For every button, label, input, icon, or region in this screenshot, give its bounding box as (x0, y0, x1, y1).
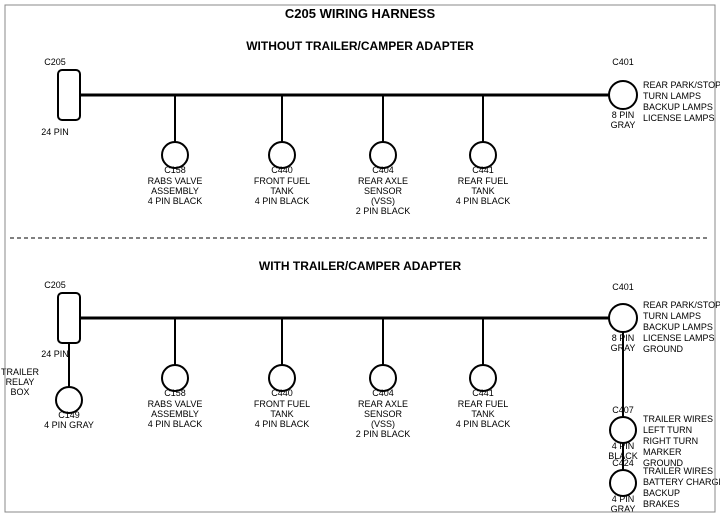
c401-bot-right5: GROUND (643, 344, 683, 354)
c404-top-sub4: 2 PIN BLACK (356, 206, 411, 216)
c158-bot-label: C158 (164, 388, 186, 398)
c401-top-right-label1: REAR PARK/STOP (643, 80, 720, 90)
c440-bot-label: C440 (271, 388, 293, 398)
c404-bot-sub3: (VSS) (371, 419, 395, 429)
c401-bot-right1: REAR PARK/STOP (643, 300, 720, 310)
c149-label: C149 (58, 410, 80, 420)
c401-bot-right3: BACKUP LAMPS (643, 322, 713, 332)
c440-top-sub3: 4 PIN BLACK (255, 196, 310, 206)
c401-top-sublabel: 8 PIN (612, 110, 635, 120)
c404-top-label: C404 (372, 165, 394, 175)
c205-bot-connector (58, 293, 80, 343)
c407-right1: TRAILER WIRES (643, 414, 713, 424)
diagram-title: C205 WIRING HARNESS (285, 6, 436, 21)
c404-top-sub3: (VSS) (371, 196, 395, 206)
c205-bot-label: C205 (44, 280, 66, 290)
c424-right1: TRAILER WIRES (643, 466, 713, 476)
c158-top-sub3: 4 PIN BLACK (148, 196, 203, 206)
c404-bot-label: C404 (372, 388, 394, 398)
trailer-relay-label1: TRAILER (1, 367, 40, 377)
c158-bot-sub1: RABS VALVE (148, 399, 203, 409)
c407-right4: MARKER (643, 447, 682, 457)
c404-bot-sub2: SENSOR (364, 409, 403, 419)
trailer-relay-label3: BOX (10, 387, 29, 397)
diagram-container: C205 WIRING HARNESS WITHOUT TRAILER/CAMP… (0, 0, 720, 517)
c158-top-label: C158 (164, 165, 186, 175)
c424-sub1: 4 PIN (612, 494, 635, 504)
c401-top-label: C401 (612, 57, 634, 67)
c401-top-right-label4: LICENSE LAMPS (643, 113, 715, 123)
section-without-heading: WITHOUT TRAILER/CAMPER ADAPTER (246, 39, 474, 53)
c205-top-connector (58, 70, 80, 120)
c407-sub1: 4 PIN (612, 441, 635, 451)
c158-top-sub2: ASSEMBLY (151, 186, 199, 196)
c440-bot-sub1: FRONT FUEL (254, 399, 310, 409)
c440-top-label: C440 (271, 165, 293, 175)
c424-connector (610, 470, 636, 496)
c424-label: C424 (612, 458, 634, 468)
c407-right3: RIGHT TURN (643, 436, 698, 446)
c441-top-sub1: REAR FUEL (458, 176, 509, 186)
c404-bot-sub1: REAR AXLE (358, 399, 408, 409)
c440-bot-sub3: 4 PIN BLACK (255, 419, 310, 429)
c441-bot-sub3: 4 PIN BLACK (456, 419, 511, 429)
c441-top-sub2: TANK (471, 186, 494, 196)
c401-top-gray: GRAY (611, 120, 636, 130)
c441-bot-label: C441 (472, 388, 494, 398)
c149-sublabel: 4 PIN GRAY (44, 420, 94, 430)
c441-bot-sub1: REAR FUEL (458, 399, 509, 409)
c424-right2: BATTERY CHARGE (643, 477, 720, 487)
trailer-relay-label2: RELAY (6, 377, 35, 387)
c407-right2: LEFT TURN (643, 425, 692, 435)
c158-top-sub1: RABS VALVE (148, 176, 203, 186)
c404-top-sub1: REAR AXLE (358, 176, 408, 186)
c401-bot-label: C401 (612, 282, 634, 292)
c440-top-sub1: FRONT FUEL (254, 176, 310, 186)
c401-bot-connector (609, 304, 637, 332)
c205-top-sublabel: 24 PIN (41, 127, 69, 137)
c407-label: C407 (612, 405, 634, 415)
c441-bot-sub2: TANK (471, 409, 494, 419)
c404-bot-sub4: 2 PIN BLACK (356, 429, 411, 439)
c205-bot-sublabel: 24 PIN (41, 349, 69, 359)
section-with-heading: WITH TRAILER/CAMPER ADAPTER (259, 259, 462, 273)
c424-right3: BACKUP (643, 488, 680, 498)
c441-top-label: C441 (472, 165, 494, 175)
c424-right4: BRAKES (643, 499, 680, 509)
c158-bot-sub2: ASSEMBLY (151, 409, 199, 419)
c401-top-connector (609, 81, 637, 109)
c404-top-sub2: SENSOR (364, 186, 403, 196)
c401-bot-right2: TURN LAMPS (643, 311, 701, 321)
c401-top-right-label3: BACKUP LAMPS (643, 102, 713, 112)
c401-bot-right4: LICENSE LAMPS (643, 333, 715, 343)
c407-connector (610, 417, 636, 443)
wiring-diagram: C205 WIRING HARNESS WITHOUT TRAILER/CAMP… (0, 0, 720, 517)
c401-top-right-label2: TURN LAMPS (643, 91, 701, 101)
c440-top-sub2: TANK (270, 186, 293, 196)
c158-bot-sub3: 4 PIN BLACK (148, 419, 203, 429)
c441-top-sub3: 4 PIN BLACK (456, 196, 511, 206)
c440-bot-sub2: TANK (270, 409, 293, 419)
c205-top-label: C205 (44, 57, 66, 67)
